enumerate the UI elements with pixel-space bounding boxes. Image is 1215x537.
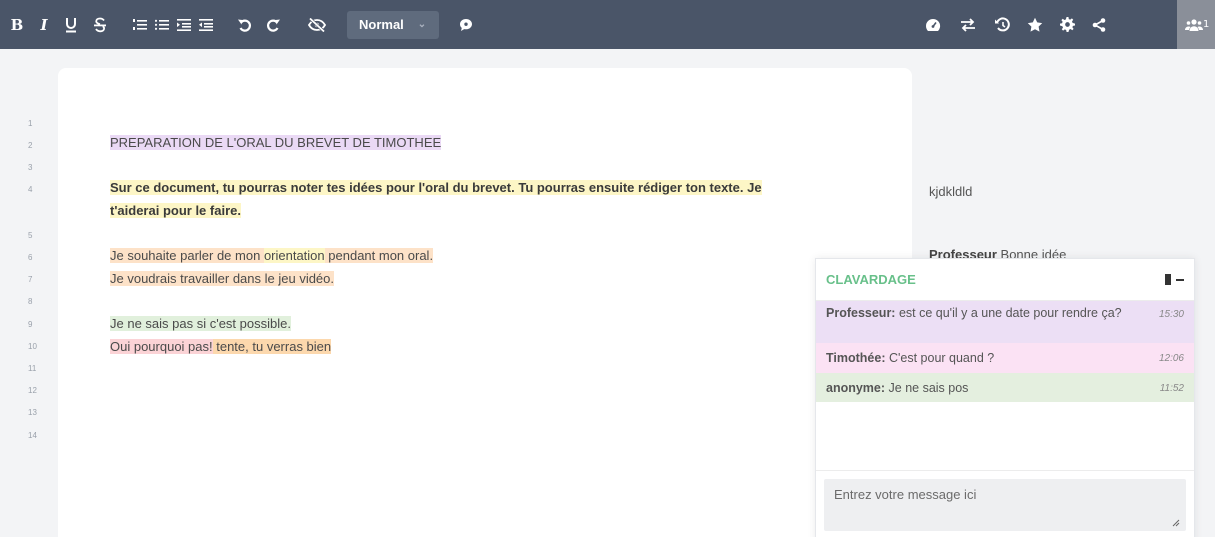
line10-text-a: Oui pourquoi pas!	[110, 339, 213, 354]
line-number: 7	[28, 275, 33, 284]
comment-1[interactable]: kjdkldld	[929, 184, 972, 199]
users-icon	[1185, 18, 1203, 31]
star-icon	[1027, 17, 1043, 32]
favorite-button[interactable]	[1020, 0, 1050, 49]
strikethrough-button[interactable]	[85, 0, 115, 49]
document-intro-line-1[interactable]: Sur ce document, tu pourras noter tes id…	[110, 180, 762, 195]
line-number: 5	[28, 231, 33, 240]
history-icon	[995, 16, 1010, 31]
user-count: 1	[1203, 19, 1210, 30]
chat-message-text: C'est pour quand ?	[885, 351, 995, 365]
line-number: 12	[28, 386, 37, 395]
indent-icon	[177, 18, 191, 31]
document-line-10[interactable]: Oui pourquoi pas! tente, tu verras bien	[110, 339, 332, 354]
chat-message-time: 12:06	[1158, 353, 1184, 364]
line7-text: Je voudrais travailler dans le jeu vidéo…	[110, 271, 335, 286]
document-title[interactable]: PREPARATION DE L'ORAL DU BREVET DE TIMOT…	[110, 135, 442, 150]
undo-button[interactable]	[231, 0, 259, 49]
line-number: 13	[28, 408, 37, 417]
outdent-button[interactable]	[195, 0, 217, 49]
hide-button[interactable]	[301, 0, 333, 49]
chat-message-text: Je ne sais pos	[885, 381, 969, 395]
bullet-list-button[interactable]	[151, 0, 173, 49]
line6-text-c: pendant mon oral.	[324, 248, 434, 263]
chat-controls	[1165, 274, 1184, 285]
paragraph-style-select[interactable]: Normal ⌄	[347, 10, 439, 39]
history-button[interactable]	[987, 0, 1017, 49]
document-intro-line-2[interactable]: t'aiderai pour le faire.	[110, 203, 241, 218]
chevron-down-icon: ⌄	[417, 19, 427, 30]
line9-text: Je ne sais pas si c'est possible.	[110, 316, 291, 331]
line-number: 6	[28, 253, 33, 262]
line-number: 3	[28, 163, 33, 172]
title-text: PREPARATION DE L'ORAL DU BREVET DE TIMOT…	[110, 135, 442, 150]
dashboard-icon	[926, 18, 941, 31]
comment-button[interactable]	[451, 0, 481, 49]
line-number: 1	[28, 119, 33, 128]
detach-chat-icon[interactable]	[1165, 274, 1171, 285]
document-line-7[interactable]: Je voudrais travailler dans le jeu vidéo…	[110, 271, 335, 286]
undo-icon	[238, 19, 251, 32]
line10-text-b: tente, tu verras bien	[212, 339, 332, 354]
share-icon	[1092, 17, 1106, 32]
bullet-list-icon	[155, 19, 169, 30]
style-select-value: Normal	[359, 17, 404, 32]
chat-message-author: Timothée:	[826, 351, 886, 365]
line-number: 9	[28, 320, 33, 329]
underline-button[interactable]	[57, 0, 85, 49]
italic-button[interactable]: I	[31, 0, 57, 49]
chat-panel: CLAVARDAGE Professeur: est ce qu'il y a …	[815, 258, 1195, 537]
chat-message-time: 15:30	[1158, 309, 1184, 320]
chat-input-placeholder: Entrez votre message ici	[834, 487, 977, 502]
chat-message: anonyme: Je ne sais pos 11:52	[816, 373, 1194, 402]
chat-message: Professeur: est ce qu'il y a une date po…	[816, 301, 1194, 343]
ordered-list-button[interactable]	[129, 0, 151, 49]
chat-message: Timothée: C'est pour quand ? 12:06	[816, 343, 1194, 373]
users-button[interactable]: 1	[1177, 0, 1215, 49]
intro-text-1: Sur ce document, tu pourras noter tes id…	[110, 180, 762, 195]
document-line-9[interactable]: Je ne sais pas si c'est possible.	[110, 316, 291, 331]
chat-message-text: est ce qu'il y a une date pour rendre ça…	[895, 306, 1122, 320]
chat-message-author: anonyme:	[826, 381, 886, 395]
line-number: 4	[28, 185, 33, 194]
line-number: 8	[28, 297, 33, 306]
chat-message-author: Professeur:	[826, 306, 896, 320]
ordered-list-icon	[133, 18, 147, 30]
resize-handle-icon[interactable]	[1172, 519, 1180, 527]
intro-text-2: t'aiderai pour le faire.	[110, 203, 241, 218]
line6-text-b: orientation	[263, 248, 325, 263]
line-number: 11	[28, 364, 37, 373]
chat-divider	[816, 470, 1194, 471]
chat-title: CLAVARDAGE	[826, 272, 916, 287]
gear-icon	[1059, 17, 1075, 32]
settings-button[interactable]	[1052, 0, 1082, 49]
minimize-chat-icon[interactable]	[1176, 274, 1184, 285]
chat-header: CLAVARDAGE	[816, 259, 1194, 301]
document-line-6[interactable]: Je souhaite parler de mon orientation pe…	[110, 248, 434, 263]
strikethrough-icon	[94, 17, 106, 32]
line-number: 14	[28, 431, 37, 440]
comment-icon	[460, 18, 472, 31]
redo-button[interactable]	[259, 0, 287, 49]
bold-button[interactable]: B	[3, 0, 31, 49]
line-number: 2	[28, 141, 33, 150]
eye-slash-icon	[308, 17, 326, 32]
indent-button[interactable]	[173, 0, 195, 49]
dashboard-button[interactable]	[918, 0, 948, 49]
redo-icon	[267, 19, 280, 32]
line-number: 10	[28, 342, 37, 351]
chat-message-input[interactable]: Entrez votre message ici	[824, 479, 1186, 531]
outdent-icon	[199, 18, 213, 31]
swap-button[interactable]	[953, 0, 983, 49]
editor-toolbar: B I Normal ⌄ 1	[0, 0, 1215, 49]
chat-message-time: 11:52	[1159, 383, 1184, 394]
line6-text-a: Je souhaite parler de mon	[110, 248, 264, 263]
swap-icon	[961, 17, 975, 32]
share-button[interactable]	[1084, 0, 1114, 49]
underline-icon	[66, 17, 76, 32]
comment-1-text: kjdkldld	[929, 184, 973, 199]
